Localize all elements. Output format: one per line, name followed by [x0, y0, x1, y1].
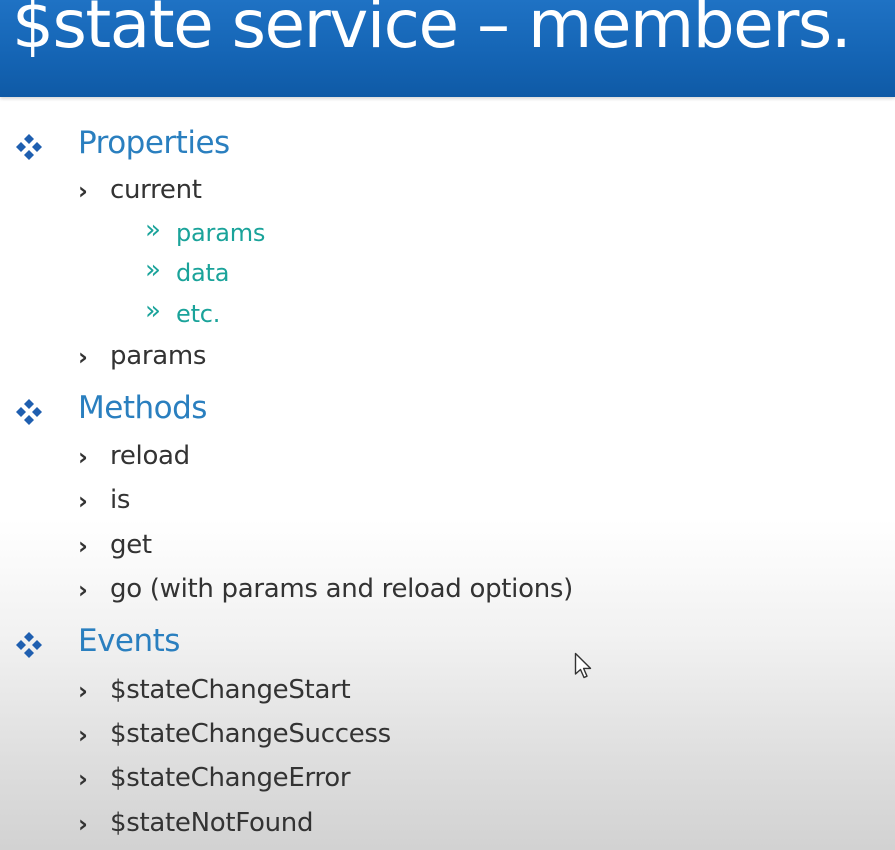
diamond-cluster-icon [16, 632, 42, 658]
sub-list-item: » etc. [145, 298, 221, 328]
list-item-label: is [110, 485, 131, 515]
section-events: Events [16, 623, 180, 659]
list-item: › $stateChangeError [78, 763, 351, 793]
list-item-label: current [110, 175, 202, 205]
sub-list-item-label: data [176, 259, 230, 287]
list-item: › $stateChangeStart [78, 675, 351, 705]
chevron-right-icon: › [78, 443, 88, 471]
section-properties: Properties [16, 125, 230, 161]
sub-list-item-label: etc. [176, 300, 221, 328]
list-item: › get [78, 530, 152, 560]
sub-list-item: » params [145, 217, 266, 247]
chevron-right-icon: › [78, 343, 88, 371]
double-chevron-icon: » [145, 296, 161, 326]
chevron-right-icon: › [78, 576, 88, 604]
list-item: › $stateChangeSuccess [78, 719, 391, 749]
list-item: › is [78, 485, 131, 515]
list-item: › reload [78, 441, 190, 471]
sub-list-item-label: params [176, 219, 266, 247]
chevron-right-icon: › [78, 810, 88, 838]
list-item-label: $stateChangeError [110, 763, 351, 793]
chevron-right-icon: › [78, 765, 88, 793]
diamond-cluster-icon [16, 399, 42, 425]
chevron-right-icon: › [78, 487, 88, 515]
list-item: › params [78, 341, 207, 371]
list-item-label: get [110, 530, 152, 560]
mouse-pointer-icon [574, 652, 592, 679]
slide-title-bar: $state service – members. [0, 0, 895, 97]
section-heading-methods: Methods [78, 390, 207, 426]
double-chevron-icon: » [145, 255, 161, 285]
list-item-label: reload [110, 441, 190, 471]
list-item: › go (with params and reload options) [78, 574, 573, 604]
chevron-right-icon: › [78, 721, 88, 749]
section-methods: Methods [16, 390, 207, 426]
list-item-label: $stateChangeStart [110, 675, 351, 705]
diamond-cluster-icon [16, 134, 42, 160]
chevron-right-icon: › [78, 532, 88, 560]
list-item-label: params [110, 341, 207, 371]
double-chevron-icon: » [145, 215, 161, 245]
list-item: › current [78, 175, 202, 205]
sub-list-item: » data [145, 257, 230, 287]
list-item-label: go (with params and reload options) [110, 574, 573, 604]
section-heading-properties: Properties [78, 125, 230, 161]
list-item-label: $stateNotFound [110, 808, 314, 838]
slide-title: $state service – members. [12, 0, 852, 63]
list-item-label: $stateChangeSuccess [110, 719, 391, 749]
section-heading-events: Events [78, 623, 180, 659]
chevron-right-icon: › [78, 677, 88, 705]
list-item: › $stateNotFound [78, 808, 314, 838]
chevron-right-icon: › [78, 177, 88, 205]
